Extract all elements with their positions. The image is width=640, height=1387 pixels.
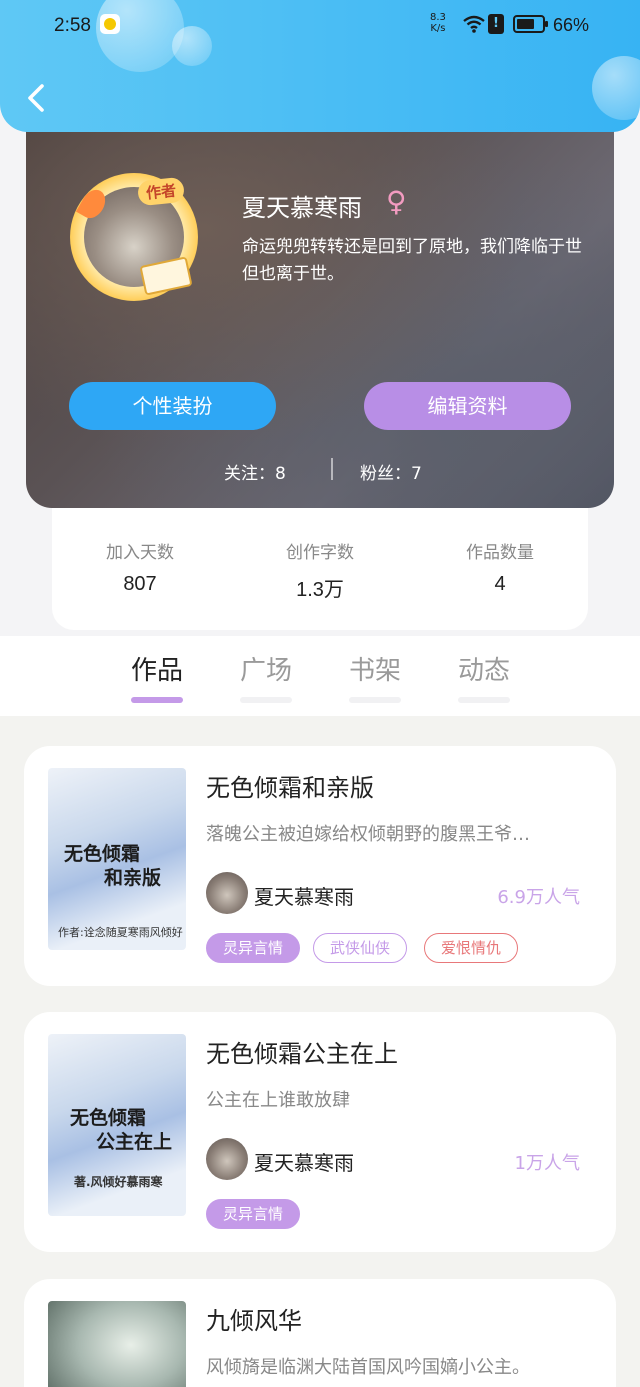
tab-bar: 作品 广场 书架 动态 bbox=[0, 636, 640, 716]
profile-card: 作者 夏天慕寒雨 ♀ 命运兜兜转转还是回到了原地，我们降临于世但也离于世。 个性… bbox=[26, 110, 614, 508]
edit-profile-button[interactable]: 编辑资料 bbox=[364, 382, 571, 430]
tab-activity[interactable]: 动态 bbox=[444, 650, 524, 687]
work-card[interactable]: 九倾风华 风倾旖是临渊大陆首国风吟国嫡小公主。 bbox=[24, 1279, 616, 1387]
stat-value: 4 bbox=[494, 573, 506, 595]
tab-works[interactable]: 作品 bbox=[117, 650, 197, 687]
following-count[interactable]: 关注：8 bbox=[224, 459, 286, 484]
cover-title: 无色倾霜 公主在上 bbox=[70, 1106, 172, 1154]
stat-join-days: 加入天数 807 bbox=[60, 538, 220, 596]
work-card[interactable]: 无色倾霜 和亲版 作者:诠念随夏寒雨风倾好 无色倾霜和亲版 落魄公主被迫嫁给权倾… bbox=[24, 746, 616, 986]
network-speed-value: 8.3 bbox=[430, 12, 446, 23]
work-popularity: 1万人气 bbox=[514, 1153, 580, 1174]
work-author: 夏天慕寒雨 bbox=[254, 885, 354, 909]
tab-indicator bbox=[458, 697, 510, 703]
work-author: 夏天慕寒雨 bbox=[254, 1151, 354, 1175]
tab-indicator bbox=[240, 697, 292, 703]
cover-title: 无色倾霜 和亲版 bbox=[64, 842, 161, 890]
female-gender-icon: ♀ bbox=[386, 185, 407, 218]
status-bar: 2:58 8.3 K/s ! 66% bbox=[0, 10, 640, 42]
battery-percent: 66% bbox=[553, 15, 590, 35]
tab-indicator bbox=[131, 697, 183, 703]
cover-title-line: 无色倾霜 bbox=[64, 843, 141, 865]
cover-author: 著.风倾好慕雨寒 bbox=[74, 1175, 163, 1189]
sim-alert-icon: ! bbox=[488, 14, 504, 34]
divider bbox=[331, 458, 333, 480]
stat-label: 加入天数 bbox=[106, 543, 174, 563]
work-popularity: 6.9万人气 bbox=[497, 887, 580, 908]
fans-label: 粉丝： bbox=[360, 464, 411, 484]
status-time: 2:58 bbox=[54, 15, 91, 36]
genre-tag[interactable]: 灵异言情 bbox=[206, 1199, 301, 1229]
genre-tag[interactable]: 武侠仙侠 bbox=[313, 933, 408, 963]
following-value: 8 bbox=[275, 464, 286, 484]
cover-title-line: 无色倾霜 bbox=[70, 1107, 147, 1129]
stat-word-count: 创作字数 1.3万 bbox=[240, 538, 400, 602]
cover-title-line: 公主在上 bbox=[96, 1131, 173, 1153]
stat-value: 1.3万 bbox=[296, 579, 344, 601]
wifi-icon bbox=[463, 15, 485, 33]
bubble-decoration bbox=[592, 56, 640, 120]
author-avatar bbox=[206, 1138, 248, 1180]
profile-name: 夏天慕寒雨 bbox=[242, 194, 362, 222]
stat-value: 807 bbox=[123, 573, 157, 595]
works-list: 无色倾霜 和亲版 作者:诠念随夏寒雨风倾好 无色倾霜和亲版 落魄公主被迫嫁给权倾… bbox=[0, 716, 640, 1387]
notification-app-icon bbox=[100, 14, 120, 34]
work-description: 公主在上谁敢放肆 bbox=[206, 1090, 350, 1111]
genre-tag[interactable]: 爱恨情仇 bbox=[424, 933, 519, 963]
work-description: 落魄公主被迫嫁给权倾朝野的腹黑王爷… bbox=[206, 824, 530, 845]
work-description: 风倾旖是临渊大陆首国风吟国嫡小公主。 bbox=[206, 1357, 530, 1378]
profile-bio: 命运兜兜转转还是回到了原地，我们降临于世但也离于世。 bbox=[242, 237, 582, 284]
avatar-frame[interactable]: 作者 bbox=[70, 173, 198, 301]
stat-work-count: 作品数量 4 bbox=[420, 538, 580, 596]
work-title[interactable]: 九倾风华 bbox=[206, 1301, 302, 1336]
network-speed-unit: K/s bbox=[430, 23, 446, 34]
author-badge: 作者 bbox=[136, 176, 186, 207]
work-card[interactable]: 无色倾霜 公主在上 著.风倾好慕雨寒 无色倾霜公主在上 公主在上谁敢放肆 夏天慕… bbox=[24, 1012, 616, 1252]
network-speed: 8.3 K/s bbox=[430, 12, 446, 34]
genre-tag[interactable]: 灵异言情 bbox=[206, 933, 301, 963]
header-bar: 2:58 8.3 K/s ! 66% bbox=[0, 0, 640, 132]
following-label: 关注： bbox=[224, 464, 275, 484]
tab-bookshelf[interactable]: 书架 bbox=[335, 650, 415, 687]
book-cover[interactable]: 无色倾霜 和亲版 作者:诠念随夏寒雨风倾好 bbox=[48, 768, 186, 950]
battery-icon bbox=[513, 15, 548, 33]
work-title[interactable]: 无色倾霜和亲版 bbox=[206, 768, 374, 803]
book-cover[interactable] bbox=[48, 1301, 186, 1387]
dress-up-button[interactable]: 个性装扮 bbox=[69, 382, 276, 430]
fans-value: 7 bbox=[411, 464, 422, 484]
fans-count[interactable]: 粉丝：7 bbox=[360, 459, 422, 484]
back-arrow-icon[interactable] bbox=[18, 78, 54, 118]
tab-square[interactable]: 广场 bbox=[226, 650, 306, 687]
stat-label: 创作字数 bbox=[286, 543, 354, 563]
tab-indicator bbox=[349, 697, 401, 703]
author-avatar bbox=[206, 872, 248, 914]
stat-label: 作品数量 bbox=[466, 543, 534, 563]
work-title[interactable]: 无色倾霜公主在上 bbox=[206, 1034, 398, 1069]
stats-panel: 加入天数 807 创作字数 1.3万 作品数量 4 bbox=[52, 500, 588, 630]
cover-title-line: 和亲版 bbox=[104, 867, 162, 889]
cover-author: 作者:诠念随夏寒雨风倾好 bbox=[58, 926, 183, 939]
book-cover[interactable]: 无色倾霜 公主在上 著.风倾好慕雨寒 bbox=[48, 1034, 186, 1216]
